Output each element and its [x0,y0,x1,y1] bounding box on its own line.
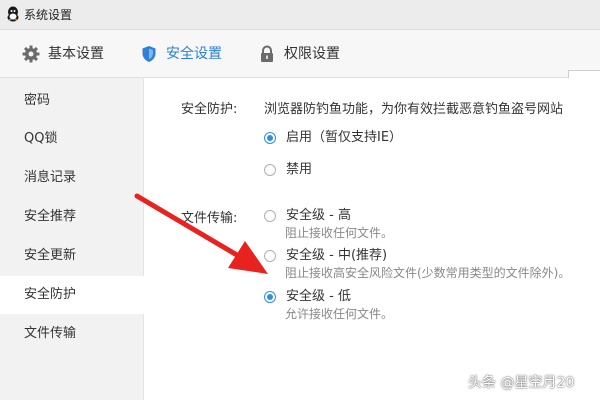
tab-security-label: 安全设置 [166,46,222,62]
tab-bar: 基本设置 安全设置 权限设置 搜索 [0,30,600,96]
security-protection-label: 安全防护: [181,102,238,117]
security-low-description: 允许接收任何文件。 [285,307,394,321]
sidebar-item-security-update[interactable]: 安全更新 [0,237,144,275]
radio-button[interactable] [264,250,276,262]
radio-button-checked[interactable] [264,291,276,303]
radio-button-checked[interactable] [264,132,276,144]
tab-basic-label: 基本设置 [48,46,104,62]
radio-button[interactable] [264,164,276,176]
gear-icon [22,45,40,63]
watermark: 头条 @星空月20 [468,375,575,391]
tab-basic-settings[interactable]: 基本设置 [22,44,104,64]
radio-security-medium[interactable]: 安全级 - 中(推荐) [264,248,387,264]
security-high-description: 阻止接收任何文件。 [285,226,394,240]
radio-security-high[interactable]: 安全级 - 高 [264,208,351,224]
qq-penguin-icon [6,6,20,26]
sidebar-item-qq-lock[interactable]: QQ锁 [0,120,144,158]
lock-icon [258,45,276,63]
sidebar-item-security-protection[interactable]: 安全防护 [0,276,145,314]
sidebar-item-message-history[interactable]: 消息记录 [0,159,144,197]
window-title: 系统设置 [24,8,73,22]
security-medium-description: 阻止接收高安全风险文件(少数常用类型的文件除外)。 [285,266,571,280]
security-protection-description: 浏览器防钓鱼功能，为你有效拦截恶意钓鱼盗号网站 [264,102,564,117]
sidebar: 密码 QQ锁 消息记录 安全推荐 安全更新 安全防护 文件传输 [0,78,145,400]
radio-disable-protection[interactable]: 禁用 [264,162,312,178]
sidebar-item-file-transfer[interactable]: 文件传输 [0,315,144,353]
tab-permission-label: 权限设置 [284,46,340,62]
radio-high-label: 安全级 - 高 [286,208,351,223]
radio-enable-label: 启用（暂仅支持IE） [286,130,403,145]
radio-button[interactable] [264,210,276,222]
radio-security-low[interactable]: 安全级 - 低 [264,289,351,305]
radio-disable-label: 禁用 [286,162,313,177]
settings-content: 安全防护: 浏览器防钓鱼功能，为你有效拦截恶意钓鱼盗号网站 启用（暂仅支持IE）… [144,78,600,400]
sidebar-item-password[interactable]: 密码 [0,82,144,120]
file-transfer-label: 文件传输: [181,211,238,226]
title-bar: 系统设置 [0,0,600,30]
radio-medium-label: 安全级 - 中(推荐) [286,248,388,263]
tab-security-settings[interactable]: 安全设置 [140,44,222,64]
sidebar-item-security-recommend[interactable]: 安全推荐 [0,198,144,236]
tab-permission-settings[interactable]: 权限设置 [258,44,340,64]
shield-icon [140,45,158,63]
radio-enable-protection[interactable]: 启用（暂仅支持IE） [264,130,402,146]
radio-low-label: 安全级 - 低 [286,289,351,304]
